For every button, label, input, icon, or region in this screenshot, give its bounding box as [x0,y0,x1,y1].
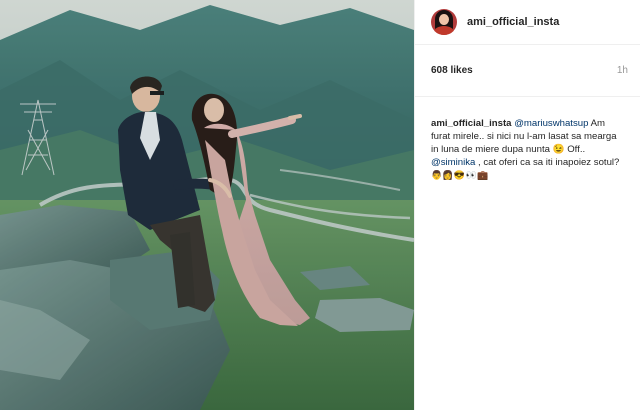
post-side-panel: ami_official_insta 608 likes 1h ami_offi… [414,0,640,410]
mention-link[interactable]: @mariuswhatsup [514,118,588,129]
likes-count[interactable]: 608 likes [431,65,473,76]
mountain-couple-photo [0,0,414,410]
instagram-post: ami_official_insta 608 likes 1h ami_offi… [0,0,640,410]
caption-emojis: 👨‍👩😎👀💼 [431,170,490,180]
caption-username[interactable]: ami_official_insta [431,118,512,129]
post-caption: ami_official_insta @mariuswhatsup Am fur… [415,97,640,182]
caption-text: , cat oferi ca sa iti inapoiez sotul? [475,157,620,168]
post-photo[interactable] [0,0,414,410]
likes-row: 608 likes 1h [415,45,640,97]
post-header: ami_official_insta [415,0,640,45]
post-time[interactable]: 1h [617,65,628,76]
avatar[interactable] [431,9,457,35]
header-username[interactable]: ami_official_insta [467,16,559,28]
mention-link[interactable]: @siminika [431,157,475,168]
